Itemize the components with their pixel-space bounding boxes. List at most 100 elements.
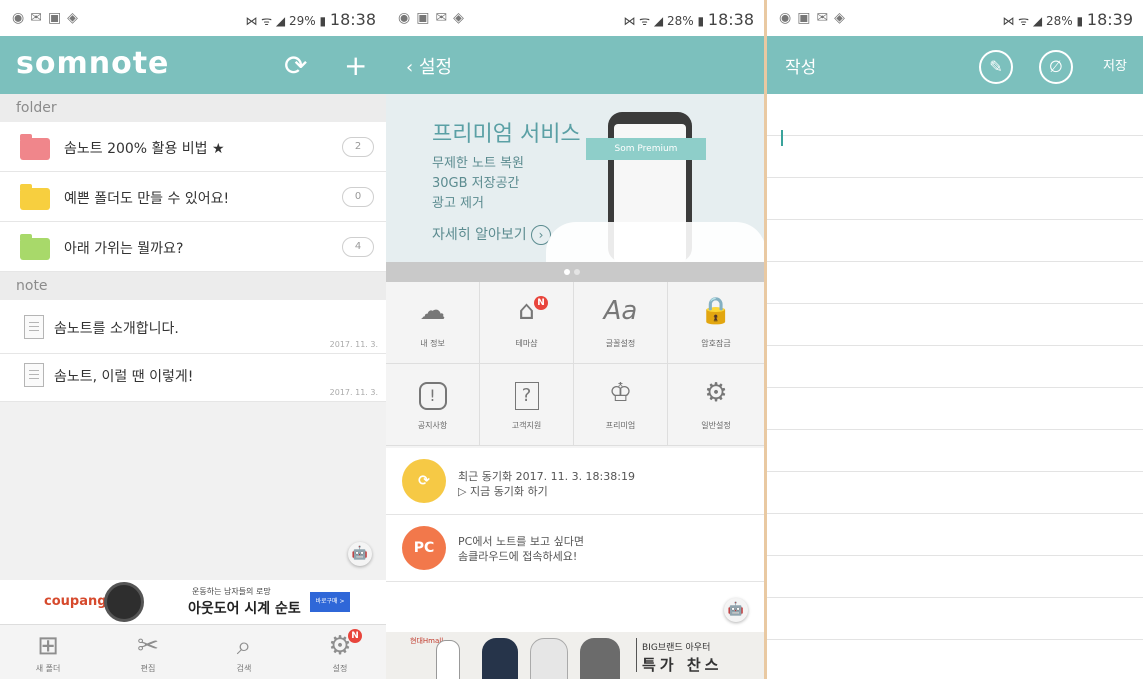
status-bar: ◉▣✉◈ ⋈ ᯤ ◢ 28% ▮ 18:38: [386, 0, 764, 36]
note-editor[interactable]: [767, 94, 1143, 679]
general-settings-button[interactable]: ⚙ 일반설정: [668, 364, 764, 446]
banner-line: 광고 제거: [432, 196, 484, 211]
my-info-button[interactable]: ☁ 내 정보: [386, 282, 480, 364]
pc-badge-icon: PC: [402, 526, 446, 570]
new-badge: N: [348, 629, 362, 643]
support-button[interactable]: ? 고객지원: [480, 364, 574, 446]
grid-label: 공지사항: [417, 421, 448, 430]
clock: 18:39: [1086, 10, 1133, 29]
search-button[interactable]: ⌕ 검색: [214, 629, 274, 674]
notice-button[interactable]: ! 공지사항: [386, 364, 480, 446]
app-bar: somnote ⟳ +: [0, 36, 386, 94]
ad-button[interactable]: 바로구매 >: [310, 592, 350, 612]
battery-percent: 28%: [666, 14, 694, 28]
ad-banner[interactable]: coupang 운동하는 남자들의 로망 아웃도어 시계 순토 바로구매 >: [0, 580, 386, 624]
ad-brand: coupang: [44, 594, 107, 609]
search-icon: ⌕: [236, 631, 252, 661]
banner-title: 프리미엄 서비스: [432, 122, 581, 147]
premium-banner[interactable]: 프리미엄 서비스 무제한 노트 복원 30GB 저장공간 광고 제거 자세히 알…: [386, 94, 764, 262]
sync-row[interactable]: ⟳ 최근 동기화 2017. 11. 3. 18:38:19 ▷ 지금 동기화 …: [386, 448, 764, 515]
premium-ribbon: Som Premium: [586, 138, 706, 160]
model-image: [580, 638, 620, 679]
learn-more-link[interactable]: 자세히 알아보기 ›: [432, 224, 552, 245]
note-title: 솜노트를 소개합니다.: [54, 321, 179, 337]
note-icon: [24, 363, 44, 387]
folder-count: 2: [342, 137, 374, 157]
folder-icon: [20, 184, 50, 210]
pc-text: 솜클라우드에 접속하세요!: [458, 550, 578, 563]
banner-line: 무제한 노트 복원: [432, 156, 524, 171]
settings-gear-icon: ⚙: [704, 378, 728, 408]
note-date: 2017. 11. 3.: [329, 340, 378, 349]
sync-icon[interactable]: ⟳: [284, 49, 307, 82]
clock: 18:38: [329, 10, 376, 29]
font-settings-button[interactable]: Aa 글꼴설정: [574, 282, 668, 364]
folder-icon: [20, 134, 50, 160]
battery-percent: 28%: [1045, 14, 1073, 28]
robot-icon[interactable]: 🤖: [724, 598, 748, 622]
clock: 18:38: [707, 10, 754, 29]
battery-percent: 29%: [288, 14, 316, 28]
folder-item[interactable]: 솜노트 200% 활용 비법 ★ 2: [0, 122, 386, 172]
lock-button[interactable]: 🔒 암호잠금: [668, 282, 764, 364]
model-image: [530, 638, 568, 679]
grid-label: 내 정보: [420, 339, 445, 348]
edit-button[interactable]: ✂ 편집: [118, 629, 178, 674]
grid-label: 암호잠금: [701, 339, 731, 348]
screen-title: 작성: [785, 58, 817, 78]
pen-icon[interactable]: ✎: [979, 50, 1013, 84]
lock-icon: 🔒: [699, 296, 733, 326]
shop-icon: ⌂: [518, 296, 535, 326]
grid-label: 글꼴설정: [605, 339, 636, 348]
model-image: [482, 638, 518, 679]
attach-icon[interactable]: ∅: [1039, 50, 1073, 84]
folder-count: 0: [342, 187, 374, 207]
note-list-screen: ◉✉▣◈ ⋈ ᯤ ◢ 29% ▮ 18:38 somnote ⟳ + folde…: [0, 0, 386, 679]
screen-title: 설정: [418, 57, 453, 78]
note-item[interactable]: 솜노트를 소개합니다. 2017. 11. 3.: [0, 300, 386, 354]
pager-dot: [574, 269, 580, 275]
folder-name: 솜노트 200% 활용 비법 ★: [64, 141, 225, 157]
banner-pager: [386, 262, 764, 282]
folder-count: 4: [342, 237, 374, 257]
nav-label: 편집: [140, 664, 156, 673]
app-bar: 작성 ✎ ∅ 저장: [767, 36, 1143, 94]
help-icon: ?: [480, 378, 573, 410]
note-icon: [24, 315, 44, 339]
pager-dot-active: [564, 269, 570, 275]
notification-icons: ◉✉▣◈: [12, 10, 84, 26]
premium-button[interactable]: ♔ 프리미엄: [574, 364, 668, 446]
ad-banner[interactable]: 현대Hmall BIG브랜드 아우터 특가 찬스: [386, 632, 764, 679]
save-button[interactable]: 저장: [1103, 55, 1127, 74]
notification-icons: ◉▣✉◈: [398, 10, 470, 26]
cloud-decoration: [546, 222, 764, 262]
grid-label: 일반설정: [701, 421, 731, 430]
folder-item[interactable]: 예쁜 폴더도 만들 수 있어요! 0: [0, 172, 386, 222]
grid-label: 테마샵: [515, 339, 538, 348]
robot-icon[interactable]: 🤖: [348, 542, 372, 566]
cloud-icon: ☁: [419, 296, 446, 326]
nav-label: 설정: [332, 664, 348, 673]
write-screen: ◉▣✉◈ ⋈ ᯤ ◢ 28% ▮ 18:39 작성 ✎ ∅ 저장: [764, 0, 1143, 679]
folder-name: 예쁜 폴더도 만들 수 있어요!: [64, 191, 230, 207]
font-icon: Aa: [603, 296, 638, 326]
theme-shop-button[interactable]: ⌂ N 테마샵: [480, 282, 574, 364]
banner-line: 30GB 저장공간: [432, 176, 520, 191]
new-folder-button[interactable]: ⊞ 새 폴더: [18, 629, 78, 674]
back-button[interactable]: ‹ 설정: [406, 53, 452, 79]
notice-icon: !: [386, 378, 479, 410]
text-cursor: [781, 130, 783, 146]
premium-icon: ♔: [608, 378, 633, 408]
pc-row[interactable]: PC PC에서 노트를 보고 싶다면 솜클라우드에 접속하세요!: [386, 515, 764, 582]
sync-now-link[interactable]: ▷ 지금 동기화 하기: [458, 483, 548, 499]
ad-subtitle: 운동하는 남자들의 로망: [192, 587, 271, 596]
folder-item[interactable]: 아래 가위는 뭘까요? 4: [0, 222, 386, 272]
note-title: 솜노트, 이럴 땐 이렇게!: [54, 369, 194, 385]
folder-icon: [20, 234, 50, 260]
settings-button[interactable]: ⚙ 설정 N: [310, 629, 370, 674]
notification-icons: ◉▣✉◈: [779, 10, 851, 26]
status-right: ⋈ ᯤ ◢ 28% ▮ 18:39: [1002, 10, 1133, 29]
add-icon[interactable]: +: [344, 49, 367, 82]
settings-screen: ◉▣✉◈ ⋈ ᯤ ◢ 28% ▮ 18:38 ‹ 설정 프리미엄 서비스 무제한…: [386, 0, 764, 679]
note-item[interactable]: 솜노트, 이럴 땐 이렇게! 2017. 11. 3.: [0, 354, 386, 402]
